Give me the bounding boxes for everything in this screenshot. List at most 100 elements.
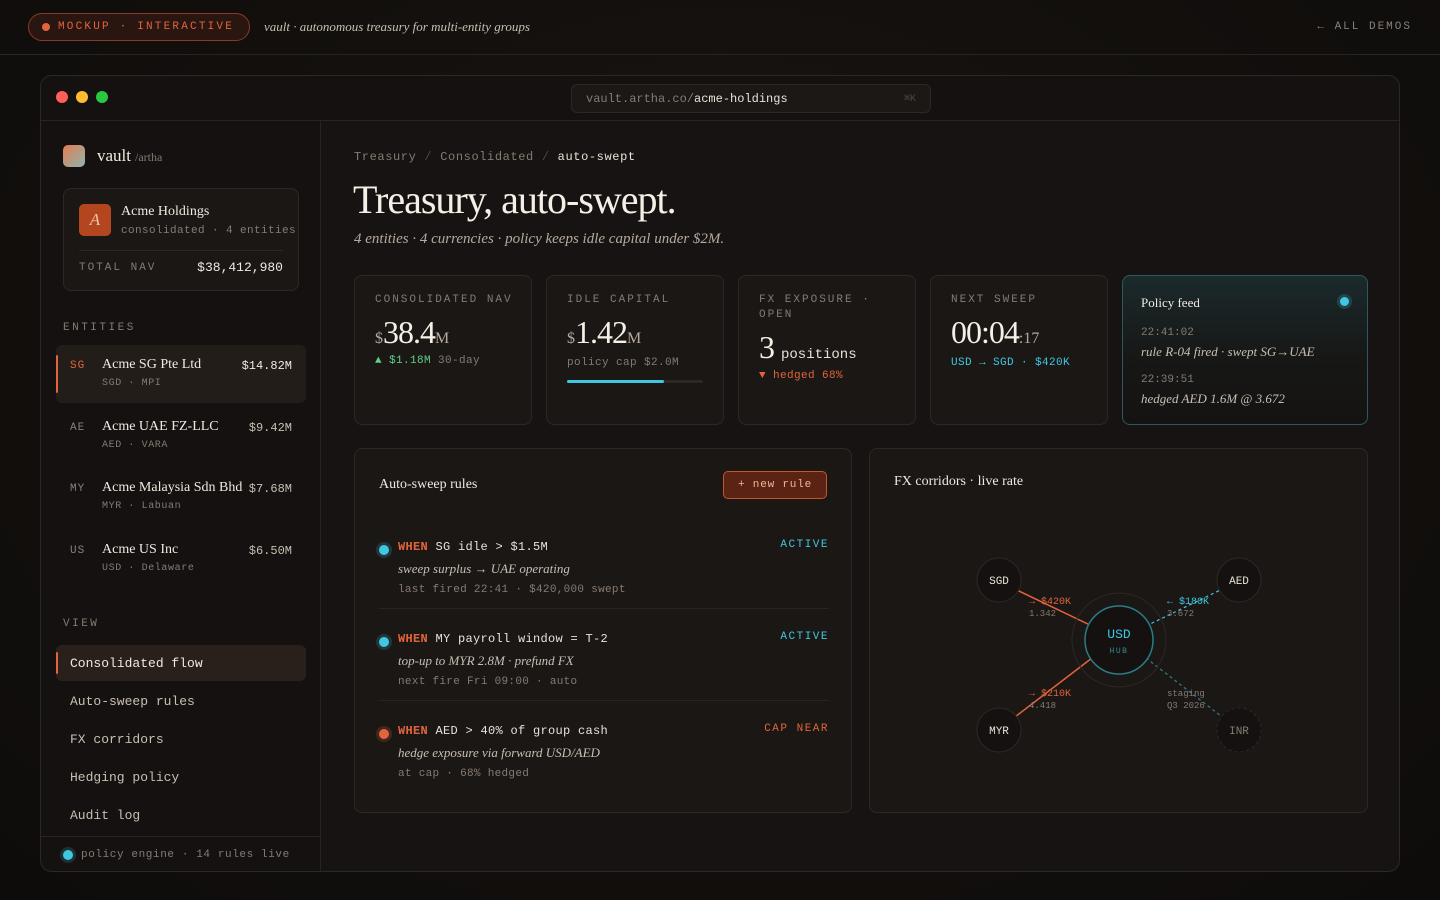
idle-capital-progress-fill <box>567 380 664 383</box>
entity-item-my[interactable]: MY Acme Malaysia Sdn Bhd MYR · Labuan $7… <box>56 468 306 526</box>
page-title: Treasury, auto-swept. <box>353 177 677 222</box>
policy-engine-status: policy engine · 14 rules live <box>81 849 290 861</box>
stat-fx-exposure: FX EXPOSURE · OPEN 3 positions ▼ hedged … <box>738 275 916 425</box>
entity-code: US <box>70 545 86 557</box>
rule-description: top-up to MYR 2.8M · prefund FX <box>398 653 574 668</box>
rule-condition: WHEN SG idle > $1.5M <box>398 540 549 554</box>
rule-status-dot-icon <box>379 545 389 555</box>
new-rule-button[interactable]: + new rule <box>722 471 827 499</box>
sgd-amount: → $420K <box>1029 596 1071 608</box>
entity-value: $14.82M <box>241 359 292 373</box>
feed-text: rule R-04 fired · swept SG→UAE <box>1141 344 1315 359</box>
sidebar-footer: policy engine · 14 rules live <box>41 836 321 871</box>
stat-label: FX EXPOSURE · OPEN <box>759 294 871 321</box>
entity-meta: SGD · MPI <box>102 378 162 389</box>
stat-label: NEXT SWEEP <box>951 294 1038 306</box>
breadcrumb-consolidated[interactable]: Consolidated <box>440 150 534 164</box>
brand-sub: /artha <box>135 150 163 164</box>
org-divider <box>79 250 283 251</box>
org-card[interactable]: A Acme Holdings consolidated · 4 entitie… <box>63 188 299 291</box>
window-titlebar: vault.artha.co/acme-holdings ⌘K <box>41 76 1399 121</box>
entity-value: $9.42M <box>248 421 292 435</box>
maximize-window-icon[interactable] <box>96 91 108 103</box>
entity-code: AE <box>70 422 86 434</box>
rule-item[interactable]: WHEN SG idle > $1.5M ACTIVE sweep surplu… <box>379 533 829 625</box>
entities-heading: ENTITIES <box>63 322 136 334</box>
hub-sub-label: HUB <box>1110 647 1129 656</box>
entity-item-ae[interactable]: AE Acme UAE FZ-LLC AED · VARA $9.42M <box>56 407 306 465</box>
entity-code: MY <box>70 483 86 495</box>
policy-feed-title: Policy feed <box>1141 295 1200 310</box>
inr-eta: Q3 2026 <box>1167 701 1205 711</box>
view-consolidated-flow[interactable]: Consolidated flow <box>56 645 306 681</box>
stat-note: policy cap $2.0M <box>567 357 680 369</box>
stat-note: USD → SGD · $420K <box>951 357 1071 369</box>
myr-rate: 4.418 <box>1029 701 1056 711</box>
app-window: vault.artha.co/acme-holdings ⌘K vault /a… <box>40 75 1400 872</box>
rule-status-dot-icon <box>379 729 389 739</box>
entity-meta: USD · Delaware <box>102 563 195 574</box>
stat-note: ▼ hedged 68% <box>759 370 844 382</box>
org-name: Acme Holdings <box>121 204 210 219</box>
rule-status: ACTIVE <box>780 539 829 551</box>
stat-value: $38.4M <box>375 314 450 350</box>
rule-condition: WHEN MY payroll window = T-2 <box>398 632 609 646</box>
entity-item-us[interactable]: US Acme US Inc USD · Delaware $6.50M <box>56 530 306 588</box>
rule-divider <box>379 700 829 701</box>
fx-corridors-panel: FX corridors · live rate USD HUB SGD AED… <box>869 448 1368 813</box>
aed-rate: 3.672 <box>1167 609 1194 619</box>
breadcrumb-current: auto-swept <box>557 150 636 164</box>
rule-item[interactable]: WHEN AED > 40% of group cash CAP NEAR he… <box>379 717 829 809</box>
url-bar[interactable]: vault.artha.co/acme-holdings ⌘K <box>571 84 931 113</box>
tagline: vault · autonomous treasury for multi-en… <box>264 19 530 34</box>
breadcrumb: Treasury / Consolidated / auto-swept <box>354 150 636 164</box>
badge-label: MOCKUP · INTERACTIVE <box>58 21 235 33</box>
url-path: acme-holdings <box>694 91 788 106</box>
minimize-window-icon[interactable] <box>76 91 88 103</box>
rule-description: hedge exposure via forward USD/AED <box>398 745 600 760</box>
rule-description: sweep surplus → UAE operating <box>398 561 570 576</box>
entity-item-sg[interactable]: SG Acme SG Pte Ltd SGD · MPI $14.82M <box>56 345 306 403</box>
entity-name: Acme Malaysia Sdn Bhd <box>102 480 243 495</box>
page-subtitle: 4 entities · 4 currencies · policy keeps… <box>354 231 725 247</box>
breadcrumb-separator: / <box>541 150 550 164</box>
stat-value: 00:04:17 <box>951 314 1040 350</box>
feed-text: hedged AED 1.6M @ 3.672 <box>1141 391 1285 406</box>
rule-item[interactable]: WHEN MY payroll window = T-2 ACTIVE top-… <box>379 625 829 717</box>
view-hedging-policy[interactable]: Hedging policy <box>56 759 306 795</box>
top-bar: MOCKUP · INTERACTIVE vault · autonomous … <box>0 0 1440 55</box>
brand-name: vault <box>97 146 131 165</box>
total-nav-label: TOTAL NAV <box>79 262 157 274</box>
stat-consolidated-nav: CONSOLIDATED NAV $38.4M ▲ $1.18M 30-day <box>354 275 532 425</box>
view-heading: VIEW <box>63 618 100 630</box>
sgd-rate: 1.342 <box>1029 609 1056 619</box>
total-nav-value: $38,412,980 <box>197 260 283 275</box>
entity-value: $6.50M <box>248 544 292 558</box>
close-window-icon[interactable] <box>56 91 68 103</box>
all-demos-link[interactable]: ← ALL DEMOS <box>1317 21 1412 33</box>
view-auto-sweep-rules[interactable]: Auto-sweep rules <box>56 683 306 719</box>
entity-code: SG <box>70 360 86 372</box>
rule-meta: last fired 22:41 · $420,000 swept <box>398 584 626 596</box>
stat-value: $1.42M <box>567 314 642 350</box>
hub-label: USD <box>1107 627 1131 642</box>
node-inr-label: INR <box>1229 726 1249 738</box>
rule-meta: next fire Fri 09:00 · auto <box>398 676 578 688</box>
node-myr-label: MYR <box>989 726 1009 738</box>
window-controls <box>56 91 108 103</box>
org-meta: consolidated · 4 entities <box>121 225 297 237</box>
brand[interactable]: vault /artha <box>63 145 162 167</box>
url-base: vault.artha.co/ <box>586 91 695 106</box>
mockup-badge: MOCKUP · INTERACTIVE <box>28 13 251 41</box>
view-audit-log[interactable]: Audit log <box>56 797 306 833</box>
feed-time: 22:39:51 <box>1141 374 1194 386</box>
stat-idle-capital: IDLE CAPITAL $1.42M policy cap $2.0M <box>546 275 724 425</box>
breadcrumb-treasury[interactable]: Treasury <box>354 150 416 164</box>
stat-next-sweep: NEXT SWEEP 00:04:17 USD → SGD · $420K <box>930 275 1108 425</box>
view-fx-corridors[interactable]: FX corridors <box>56 721 306 757</box>
auto-sweep-rules-panel: Auto-sweep rules + new rule WHEN SG idle… <box>354 448 852 813</box>
fx-corridor-diagram: USD HUB SGD AED MYR INR → $420K 1.342 ← … <box>976 557 1262 753</box>
rule-meta: at cap · 68% hedged <box>398 768 530 780</box>
aed-amount: ← $180K <box>1167 596 1209 608</box>
stat-label: IDLE CAPITAL <box>567 294 671 306</box>
